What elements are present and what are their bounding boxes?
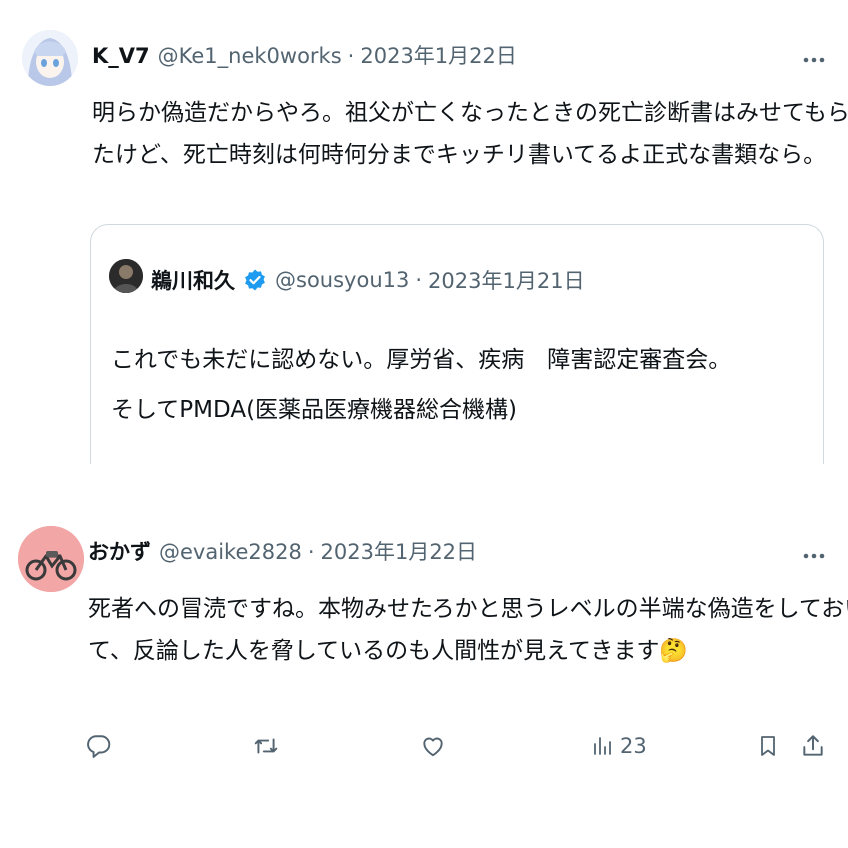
handle[interactable]: @evaike2828 [159, 540, 302, 564]
avatar[interactable] [109, 259, 143, 293]
separator: · [347, 44, 355, 68]
display-name[interactable]: K_V7 [92, 44, 150, 68]
display-name[interactable]: 鵜川和久 [151, 265, 235, 295]
tweet-text: 明らか偽造だからやろ。祖父が亡くなったときの死亡診断書はみせてもらっ たけど、死… [92, 92, 848, 176]
more-icon[interactable] [802, 544, 826, 568]
share-button[interactable] [800, 722, 826, 770]
avatar[interactable] [22, 30, 78, 86]
heart-icon [423, 737, 443, 757]
timestamp[interactable]: 2023年1月21日 [428, 265, 585, 295]
tweet[interactable]: K_V7 @Ke1_nek0works · 2023年1月22日 明らか偽造だか… [0, 0, 848, 464]
tweet-header: K_V7 @Ke1_nek0works · 2023年1月22日 [92, 40, 517, 70]
quote-text-line: これでも未だに認めない。厚労省、疾病 障害認定審査会。 [111, 347, 732, 373]
reply-button[interactable] [86, 722, 112, 770]
avatar-image [109, 259, 143, 293]
reply-icon [87, 735, 111, 758]
retweet-button[interactable] [252, 722, 280, 770]
avatar-image [22, 30, 78, 86]
action-bar: 23 [0, 722, 848, 770]
quote-text-line: そしてPMDA(医薬品医療機器総合機構) [111, 397, 518, 423]
bookmark-button[interactable] [756, 722, 780, 770]
thinking-face-emoji: 🤔 [659, 638, 688, 664]
more-icon[interactable] [802, 48, 826, 72]
quote-header: 鵜川和久 @sousyou13 · 2023年1月21日 [151, 265, 585, 295]
separator: · [307, 540, 315, 564]
display-name[interactable]: おかず [88, 536, 151, 566]
tweet-text-line: たけど、死亡時刻は何時何分までキッチリ書いてるよ正式な書類なら。 [92, 142, 827, 168]
tweet-text-segment: て、反論した人を脅しているのも人間性が見えてきます [88, 638, 660, 664]
tweet-text-line: 死者への冒涜ですね。本物みせたろかと思うレベルの半端な偽造をしておい [88, 596, 848, 622]
avatar-image [18, 526, 84, 592]
views-button[interactable]: 23 [590, 722, 647, 770]
handle[interactable]: @Ke1_nek0works [158, 44, 342, 68]
tweet-text-line: 明らか偽造だからやろ。祖父が亡くなったときの死亡診断書はみせてもらっ [92, 100, 848, 126]
verified-icon [243, 268, 267, 292]
quote-text: これでも未だに認めない。厚労省、疾病 障害認定審査会。 そしてPMDA(医薬品医… [111, 335, 731, 435]
views-count: 23 [620, 734, 647, 758]
timestamp[interactable]: 2023年1月22日 [321, 536, 478, 566]
tweet-text-line: て、反論した人を脅しているのも人間性が見えてきます🤔 [88, 630, 848, 672]
bookmark-icon [761, 736, 775, 756]
share-icon [803, 735, 823, 756]
quoted-tweet[interactable]: 鵜川和久 @sousyou13 · 2023年1月21日 これでも未だに認めない… [90, 224, 824, 464]
tweet-text: 死者への冒涜ですね。本物みせたろかと思うレベルの半端な偽造をしておい て、反論し… [88, 588, 848, 672]
avatar[interactable] [18, 526, 84, 592]
separator: · [415, 268, 423, 292]
tweet-header: おかず @evaike2828 · 2023年1月22日 [88, 536, 477, 566]
handle[interactable]: @sousyou13 [275, 268, 409, 292]
retweet-icon [254, 738, 278, 754]
timestamp[interactable]: 2023年1月22日 [360, 40, 517, 70]
views-icon [594, 737, 611, 755]
like-button[interactable] [420, 722, 446, 770]
